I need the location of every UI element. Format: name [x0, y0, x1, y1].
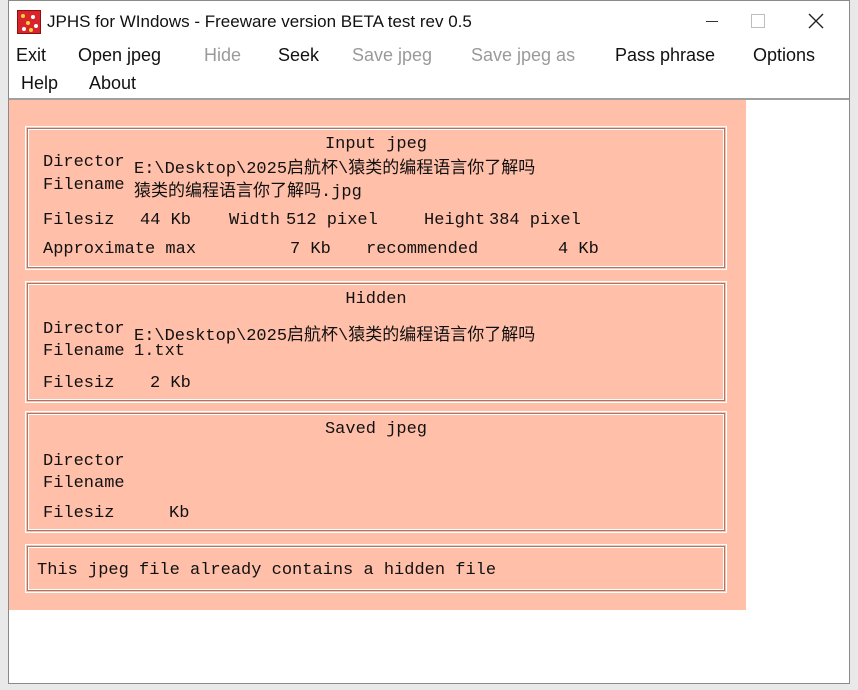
hidden-directory-label: Directory — [43, 320, 125, 339]
input-width-value: 512 pixel — [286, 211, 378, 230]
menu-help[interactable]: Help — [21, 73, 58, 94]
input-jpeg-heading: Input jpeg — [324, 135, 428, 154]
client-area: Input jpeg Directory E:\Desktop\2025启航杯\… — [9, 100, 849, 683]
menu-pass-phrase[interactable]: Pass phrase — [615, 45, 715, 66]
hidden-group: Hidden Directory E:\Desktop\2025启航杯\猿类的编… — [25, 281, 727, 403]
menu-seek[interactable]: Seek — [278, 45, 319, 66]
input-width-label: Width — [229, 211, 281, 230]
input-height-label: Height — [424, 211, 486, 230]
menu-open-jpeg[interactable]: Open jpeg — [78, 45, 161, 66]
menu-about[interactable]: About — [89, 73, 136, 94]
input-approx-value: 7 Kb — [290, 240, 331, 259]
close-icon — [808, 13, 824, 29]
status-group: This jpeg file already contains a hidden… — [25, 544, 727, 593]
menu-bar: Exit Open jpeg Hide Seek Save jpeg Save … — [9, 41, 849, 97]
hidden-filesize-value: 2 Kb — [150, 374, 191, 393]
input-filename-value: 猿类的编程语言你了解吗.jpg — [134, 183, 362, 202]
input-approx-label: Approximate max — [43, 240, 197, 259]
input-filesize-label: Filesize — [43, 211, 115, 230]
hidden-filename-value: 1.txt — [134, 342, 186, 361]
input-filesize-value: 44 Kb — [140, 211, 192, 230]
input-jpeg-group: Input jpeg Directory E:\Desktop\2025启航杯\… — [25, 126, 727, 270]
menu-save-jpeg-as[interactable]: Save jpeg as — [471, 45, 575, 66]
hidden-filename-label: Filename — [43, 342, 125, 361]
input-recommended-label: recommended — [366, 240, 479, 259]
menu-save-jpeg[interactable]: Save jpeg — [352, 45, 432, 66]
saved-jpeg-group: Saved jpeg Directory Filename Filesize K… — [25, 411, 727, 533]
menu-options[interactable]: Options — [753, 45, 815, 66]
saved-directory-label: Directory — [43, 452, 125, 471]
status-message: This jpeg file already contains a hidden… — [37, 561, 497, 580]
saved-filesize-label: Filesize — [43, 504, 115, 523]
close-button[interactable] — [793, 1, 839, 41]
maximize-icon — [751, 14, 765, 28]
window-title: JPHS for WIndows - Freeware version BETA… — [47, 12, 472, 31]
hidden-heading: Hidden — [345, 290, 407, 309]
saved-filename-label: Filename — [43, 474, 125, 493]
title-bar[interactable]: JPHS for WIndows - Freeware version BETA… — [9, 1, 849, 41]
input-filename-label: Filename — [43, 176, 125, 195]
saved-filesize-value: Kb — [169, 504, 190, 523]
saved-jpeg-heading: Saved jpeg — [324, 420, 428, 439]
main-panel: Input jpeg Directory E:\Desktop\2025启航杯\… — [9, 100, 746, 610]
hidden-directory-value: E:\Desktop\2025启航杯\猿类的编程语言你了解吗 — [134, 327, 536, 346]
menu-exit[interactable]: Exit — [16, 45, 46, 66]
maximize-button[interactable] — [735, 1, 781, 41]
input-height-value: 384 pixel — [489, 211, 581, 230]
minimize-icon — [706, 20, 718, 22]
app-window: JPHS for WIndows - Freeware version BETA… — [8, 0, 850, 684]
jphs-app-icon[interactable] — [17, 10, 41, 34]
minimize-button[interactable] — [689, 1, 735, 41]
hidden-filesize-label: Filesize — [43, 374, 115, 393]
menu-hide[interactable]: Hide — [204, 45, 241, 66]
input-directory-label: Directory — [43, 153, 125, 172]
input-recommended-value: 4 Kb — [558, 240, 599, 259]
